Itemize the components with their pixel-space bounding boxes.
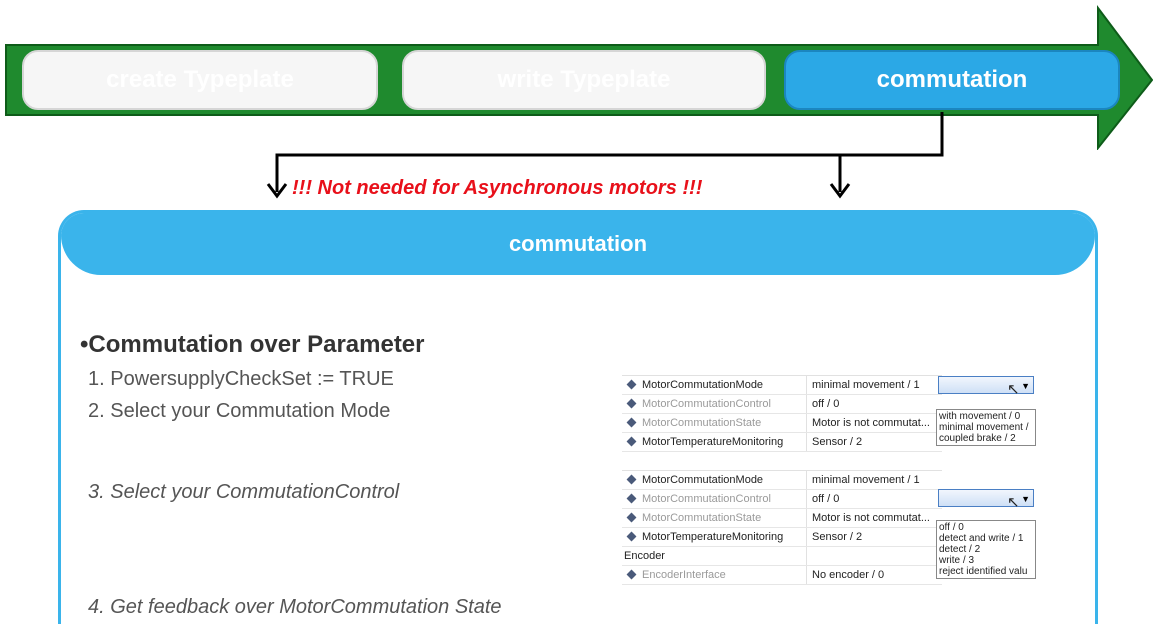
step-2-text: 2. Select your Commutation Mode bbox=[88, 400, 391, 422]
panel-header: commutation bbox=[61, 213, 1095, 275]
table-row[interactable]: MotorTemperatureMonitoring Sensor / 2 bbox=[622, 528, 942, 547]
step-4-text: 4. Get feedback over MotorCommutation St… bbox=[88, 596, 502, 618]
commutation-control-dropdown[interactable]: ↖ ▼ bbox=[938, 489, 1034, 511]
chevron-down-icon: ▼ bbox=[1021, 381, 1030, 391]
property-value: minimal movement / 1 bbox=[812, 474, 920, 486]
property-value: Sensor / 2 bbox=[812, 531, 863, 543]
step-1-text: 1. PowersupplyCheckSet := TRUE bbox=[88, 368, 394, 390]
table-row[interactable]: MotorCommutationState Motor is not commu… bbox=[622, 509, 942, 528]
property-icon bbox=[626, 474, 637, 485]
property-name: MotorCommutationState bbox=[642, 417, 762, 429]
property-value: minimal movement / 1 bbox=[812, 379, 920, 391]
property-value: off / 0 bbox=[812, 493, 840, 505]
table-row[interactable]: EncoderInterface No encoder / 0 bbox=[622, 566, 942, 585]
property-name: MotorTemperatureMonitoring bbox=[642, 531, 784, 543]
property-icon bbox=[626, 379, 637, 390]
property-name: MotorCommutationState bbox=[642, 512, 762, 524]
property-icon bbox=[626, 436, 637, 447]
commutation-control-options: off / 0 detect and write / 1 detect / 2 … bbox=[936, 520, 1036, 579]
table-group-row[interactable]: Encoder bbox=[622, 547, 942, 566]
chevron-down-icon: ▼ bbox=[1021, 494, 1030, 504]
warning-text: !!! Not needed for Asynchronous motors !… bbox=[292, 177, 703, 199]
property-icon bbox=[626, 569, 637, 580]
group-name: Encoder bbox=[624, 550, 665, 562]
property-name: MotorCommutationControl bbox=[642, 398, 771, 410]
property-table-2: MotorCommutationMode minimal movement / … bbox=[622, 470, 942, 585]
property-value: Sensor / 2 bbox=[812, 436, 863, 448]
table-row[interactable]: MotorCommutationMode minimal movement / … bbox=[622, 376, 942, 395]
dropdown-option[interactable]: off / 0 bbox=[939, 522, 1033, 533]
property-value: No encoder / 0 bbox=[812, 569, 885, 581]
property-value: Motor is not commutat... bbox=[812, 417, 930, 429]
property-name: EncoderInterface bbox=[642, 569, 726, 581]
commutation-mode-dropdown[interactable]: ↖ ▼ bbox=[938, 376, 1034, 398]
table-row[interactable]: MotorCommutationMode minimal movement / … bbox=[622, 471, 942, 490]
dropdown-option[interactable]: minimal movement / bbox=[939, 422, 1033, 433]
property-name: MotorTemperatureMonitoring bbox=[642, 436, 784, 448]
dropdown-option[interactable]: detect / 2 bbox=[939, 544, 1033, 555]
property-icon bbox=[626, 512, 637, 523]
property-name: MotorCommutationMode bbox=[642, 474, 764, 486]
mouse-cursor-icon: ↖ bbox=[1007, 494, 1020, 511]
property-table-1: MotorCommutationMode minimal movement / … bbox=[622, 375, 942, 452]
property-icon bbox=[626, 417, 637, 428]
property-name: MotorCommutationMode bbox=[642, 379, 764, 391]
dropdown-option[interactable]: detect and write / 1 bbox=[939, 533, 1033, 544]
table-row[interactable]: MotorCommutationState Motor is not commu… bbox=[622, 414, 942, 433]
dropdown-option[interactable]: reject identified valu bbox=[939, 566, 1033, 577]
property-icon bbox=[626, 398, 637, 409]
property-icon bbox=[626, 531, 637, 542]
property-value: Motor is not commutat... bbox=[812, 512, 930, 524]
table-row[interactable]: MotorTemperatureMonitoring Sensor / 2 bbox=[622, 433, 942, 452]
table-row[interactable]: MotorCommutationControl off / 0 bbox=[622, 490, 942, 509]
property-name: MotorCommutationControl bbox=[642, 493, 771, 505]
commutation-mode-options: with movement / 0 minimal movement / cou… bbox=[936, 409, 1036, 446]
property-icon bbox=[626, 493, 637, 504]
dropdown-option[interactable]: with movement / 0 bbox=[939, 411, 1033, 422]
property-value: off / 0 bbox=[812, 398, 840, 410]
mouse-cursor-icon: ↖ bbox=[1007, 381, 1020, 398]
table-row[interactable]: MotorCommutationControl off / 0 bbox=[622, 395, 942, 414]
panel-heading: •Commutation over Parameter bbox=[80, 331, 425, 358]
panel-title: commutation bbox=[508, 231, 648, 256]
dropdown-option[interactable]: coupled brake / 2 bbox=[939, 433, 1033, 444]
dropdown-option[interactable]: write / 3 bbox=[939, 555, 1033, 566]
step-3-text: 3. Select your CommutationControl bbox=[88, 481, 400, 503]
